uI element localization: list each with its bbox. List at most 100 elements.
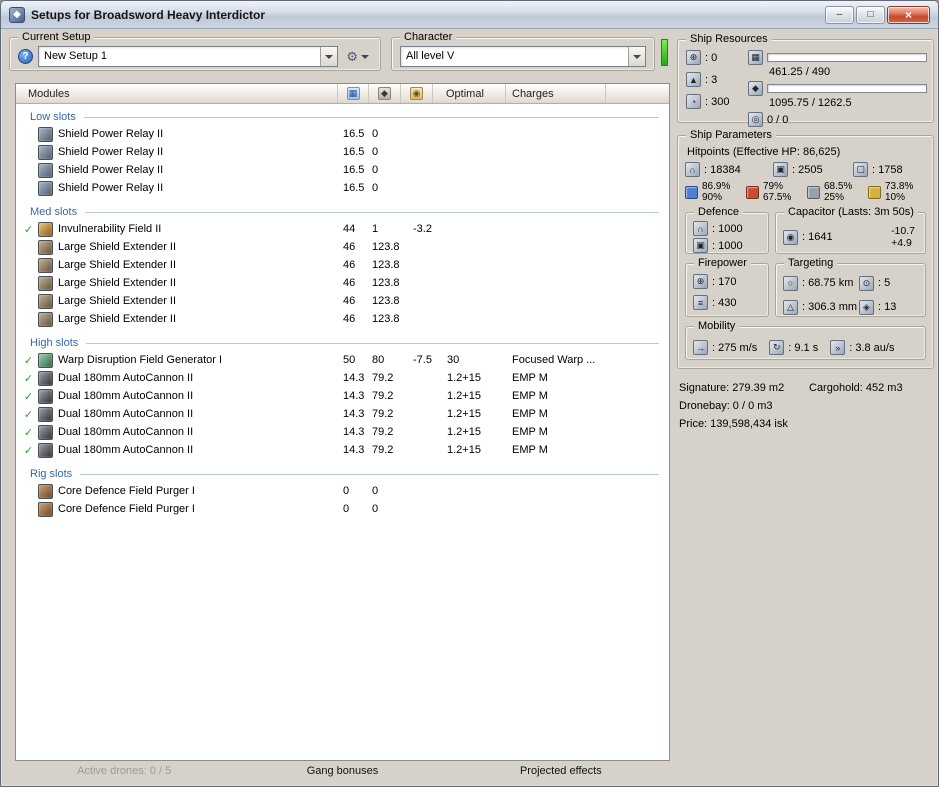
autocannon-icon bbox=[38, 406, 53, 422]
module-name: Shield Power Relay II bbox=[58, 146, 164, 158]
module-row[interactable]: Shield Power Relay II 16.5 0 bbox=[16, 125, 669, 143]
maximize-button[interactable]: □ bbox=[856, 5, 885, 24]
drone-bandwidth-icon: ◔ bbox=[686, 94, 701, 109]
defence-shield-row: ∩ : 1000 bbox=[693, 221, 764, 236]
targeting-range: ○ : 68.75 km bbox=[783, 274, 859, 292]
ship-summary: Signature: 279.39 m2 Cargohold: 452 m3 D… bbox=[677, 382, 934, 430]
slot-group-title: Low slots bbox=[30, 110, 76, 123]
firepower-targeting-row: Firepower ⊕ : 170 ≡ : 430 Targeting ○: … bbox=[685, 256, 926, 317]
module-cpu-value: 16.5 bbox=[343, 164, 365, 176]
module-powergrid-value: 0 bbox=[372, 128, 379, 140]
module-row[interactable]: ✓ Dual 180mm AutoCannon II 14.3 79.2 1.2+15 E… bbox=[16, 405, 669, 423]
projected-effects-panel[interactable]: Projected effects bbox=[452, 765, 670, 781]
chevron-down-icon bbox=[633, 54, 641, 59]
column-capacitor[interactable]: ◉ bbox=[401, 84, 433, 103]
character-select[interactable]: All level V bbox=[400, 46, 646, 67]
module-row[interactable]: ✓ Dual 180mm AutoCannon II 14.3 79.2 1.2+15 E… bbox=[16, 369, 669, 387]
volley-value: : 170 bbox=[712, 275, 737, 288]
module-charge-value: EMP M bbox=[512, 426, 548, 438]
hull-hp: ▢ : 1758 bbox=[853, 162, 926, 177]
column-charges[interactable]: Charges bbox=[506, 84, 606, 103]
minimize-button[interactable]: – bbox=[825, 5, 854, 24]
right-panel: Ship Resources ⊕ : 0 ▲ : 3 ◔ : 300 ▦ 461… bbox=[677, 29, 934, 430]
module-powergrid-value: 0 bbox=[372, 485, 379, 497]
active-drones-panel[interactable]: Active drones: 0 / 5 bbox=[15, 765, 233, 781]
chevron-down-icon bbox=[361, 54, 369, 59]
kinetic-shield-resist: 68.5% bbox=[824, 181, 853, 192]
slot-group-rule bbox=[83, 116, 659, 118]
module-optimal-value: 1.2+15 bbox=[447, 426, 481, 438]
hitpoints-row: ∩ : 18384 ▣ : 2505 ▢ : 1758 bbox=[685, 162, 926, 177]
powergrid-bar bbox=[767, 84, 927, 93]
module-charge-value: Focused Warp ... bbox=[512, 354, 596, 366]
eft-window: ◆ Setups for Broadsword Heavy Interdicto… bbox=[0, 0, 939, 787]
scan-resolution-icon: △ bbox=[783, 299, 798, 315]
module-cpu-value: 16.5 bbox=[343, 182, 365, 194]
module-active-check-icon: ✓ bbox=[23, 354, 34, 367]
current-setup-label: Current Setup bbox=[18, 30, 95, 44]
module-row[interactable]: Large Shield Extender II 46 123.8 bbox=[16, 256, 669, 274]
module-row[interactable]: Core Defence Field Purger I 0 0 bbox=[16, 482, 669, 500]
module-row[interactable]: Core Defence Field Purger I 0 0 bbox=[16, 500, 669, 518]
column-powergrid[interactable]: ◆ bbox=[369, 84, 401, 103]
scan-resolution-value: : 306.3 mm bbox=[802, 301, 858, 313]
module-row[interactable]: ✓ Warp Disruption Field Generator I 50 80 -7… bbox=[16, 351, 669, 369]
module-name-cell: ✓ Warp Disruption Field Generator I bbox=[16, 352, 338, 368]
module-row[interactable]: Shield Power Relay II 16.5 0 bbox=[16, 179, 669, 197]
kinetic-armor-resist: 25% bbox=[824, 192, 845, 203]
autocannon-icon bbox=[38, 424, 53, 440]
character-select-dropdown[interactable] bbox=[628, 47, 645, 66]
turret-hardpoint-icon: ⊕ bbox=[686, 50, 701, 65]
firepower-label: Firepower bbox=[694, 256, 751, 270]
dps-icon: ≡ bbox=[693, 295, 708, 310]
warp-speed-icon: » bbox=[830, 340, 846, 355]
module-powergrid-value: 79.2 bbox=[372, 408, 394, 420]
autocannon-icon bbox=[38, 388, 53, 404]
defence-capacitor-row: Defence ∩ : 1000 ▣ : 1000 Capacitor (Las… bbox=[685, 205, 926, 254]
slot-group-title: Rig slots bbox=[30, 467, 73, 480]
module-name-cell: Large Shield Extender II bbox=[16, 311, 338, 327]
column-optimal[interactable]: Optimal bbox=[433, 84, 506, 103]
module-charge-value: EMP M bbox=[512, 444, 548, 456]
powergrid-gauge-text: 1095.75 / 1262.5 bbox=[769, 97, 852, 109]
setup-tools-button[interactable]: ⚙ bbox=[343, 48, 372, 66]
module-row[interactable]: Large Shield Extender II 46 123.8 bbox=[16, 238, 669, 256]
module-cpu-value: 16.5 bbox=[343, 146, 365, 158]
help-icon[interactable]: ? bbox=[18, 49, 33, 64]
gang-bonuses-panel[interactable]: Gang bonuses bbox=[233, 765, 451, 781]
window-title: Setups for Broadsword Heavy Interdictor bbox=[31, 7, 266, 22]
large-shield-extender-icon bbox=[38, 257, 53, 273]
mobility-label: Mobility bbox=[694, 319, 740, 333]
module-row[interactable]: ✓ Dual 180mm AutoCannon II 14.3 79.2 1.2+15 E… bbox=[16, 387, 669, 405]
module-powergrid-value: 123.8 bbox=[372, 259, 400, 271]
module-row[interactable]: Shield Power Relay II 16.5 0 bbox=[16, 161, 669, 179]
module-row[interactable]: ✓ Dual 180mm AutoCannon II 14.3 79.2 1.2+15 E… bbox=[16, 423, 669, 441]
module-row[interactable]: Large Shield Extender II 46 123.8 bbox=[16, 274, 669, 292]
thermal-shield-resist: 79% bbox=[763, 181, 784, 192]
module-powergrid-value: 79.2 bbox=[372, 390, 394, 402]
module-name-cell: Large Shield Extender II bbox=[16, 239, 338, 255]
module-name: Core Defence Field Purger I bbox=[58, 485, 195, 497]
module-powergrid-value: 123.8 bbox=[372, 241, 400, 253]
cpu-column-icon: ▦ bbox=[346, 87, 360, 100]
titlebar[interactable]: ◆ Setups for Broadsword Heavy Interdicto… bbox=[1, 1, 938, 29]
column-cpu[interactable]: ▦ bbox=[338, 84, 369, 103]
module-row[interactable]: Large Shield Extender II 46 123.8 bbox=[16, 310, 669, 328]
setup-select-dropdown[interactable] bbox=[320, 47, 338, 66]
module-powergrid-value: 0 bbox=[372, 146, 379, 158]
module-powergrid-value: 79.2 bbox=[372, 426, 394, 438]
module-row[interactable]: Shield Power Relay II 16.5 0 bbox=[16, 143, 669, 161]
capacitor-column-icon: ◉ bbox=[410, 87, 423, 100]
module-row[interactable]: ✓ Dual 180mm AutoCannon II 14.3 79.2 1.2+15 E… bbox=[16, 441, 669, 459]
modules-table-body: Low slots Shield Power Relay II 16.5 0 Shiel… bbox=[16, 104, 669, 760]
close-button[interactable]: × bbox=[887, 5, 930, 24]
setup-select[interactable]: New Setup 1 bbox=[38, 46, 339, 67]
module-row[interactable]: Large Shield Extender II 46 123.8 bbox=[16, 292, 669, 310]
module-row[interactable]: ✓ Invulnerability Field II 44 1 -3.2 bbox=[16, 220, 669, 238]
column-modules[interactable]: Modules bbox=[16, 84, 338, 103]
defence-shield-value: : 1000 bbox=[712, 222, 743, 235]
module-active-check-icon: ✓ bbox=[23, 223, 34, 236]
kinetic-resist-icon bbox=[807, 185, 820, 199]
cpu-bar bbox=[767, 53, 927, 62]
module-powergrid-value: 0 bbox=[372, 182, 379, 194]
